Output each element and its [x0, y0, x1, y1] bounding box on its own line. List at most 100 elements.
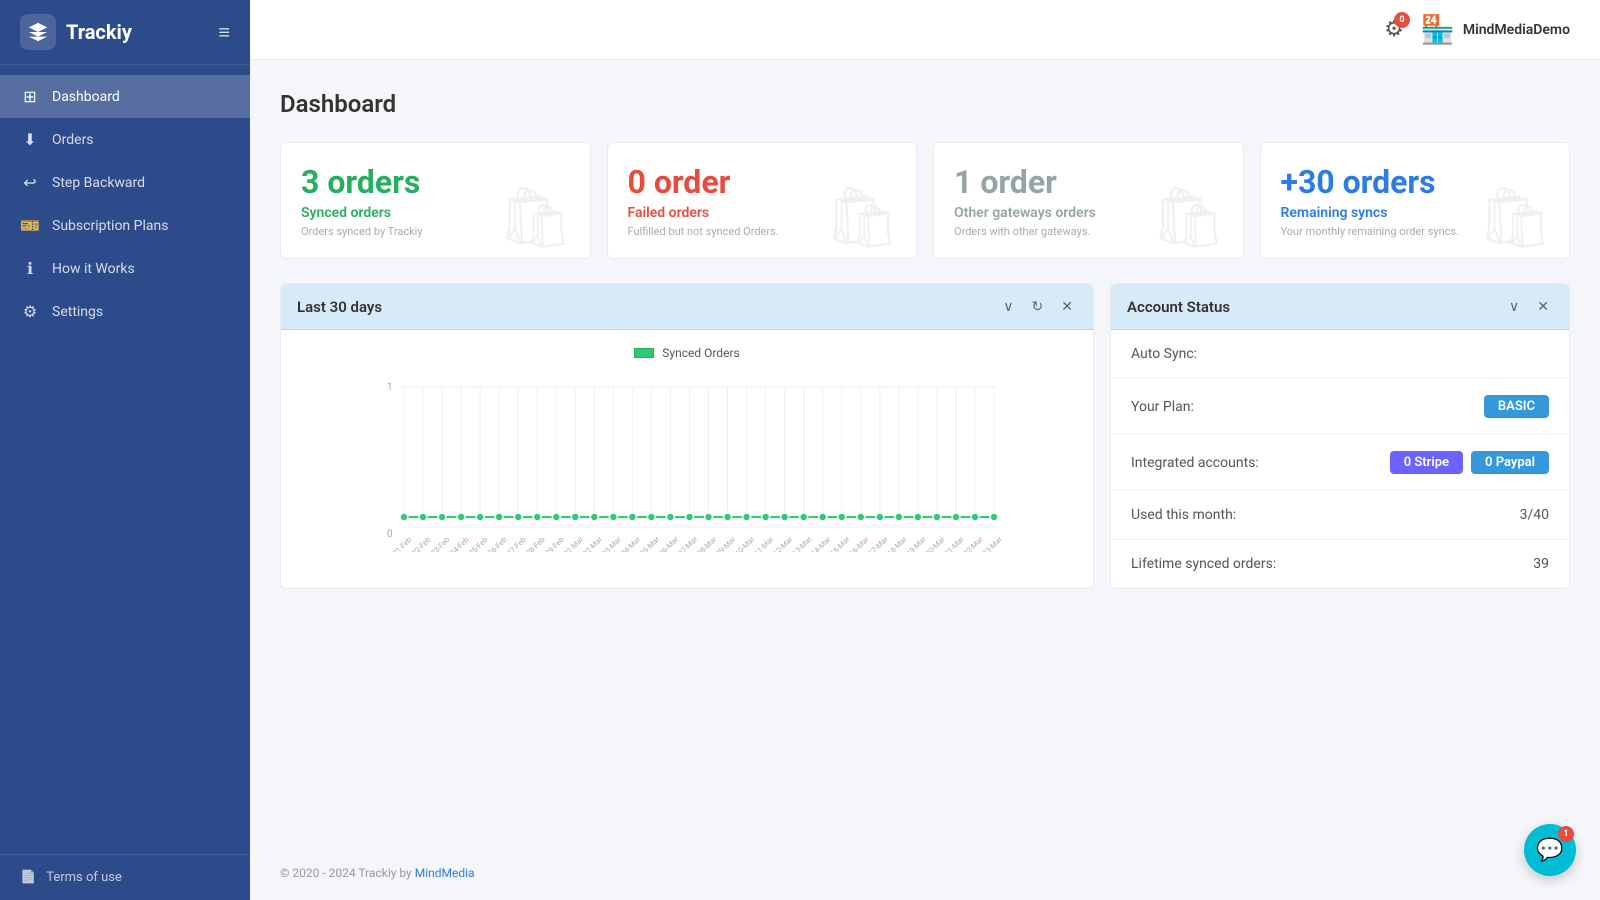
stat-remaining-bg-icon: 🛍	[1477, 188, 1553, 248]
svg-text:23-Mar: 23-Mar	[981, 534, 1004, 552]
svg-text:25-Feb: 25-Feb	[467, 535, 489, 552]
stat-failed-bg-icon: 🛍	[824, 188, 900, 248]
stripe-badge[interactable]: 0 Stripe	[1390, 451, 1463, 474]
chart-refresh-button[interactable]: ↻	[1028, 296, 1048, 317]
footer: © 2020 - 2024 Trackiy by MindMedia	[250, 846, 1600, 900]
how-it-works-icon: ℹ	[20, 259, 40, 278]
subscription-icon: 🎫	[20, 216, 40, 235]
notifications-badge: 0	[1394, 12, 1410, 28]
account-row-plan: Your Plan: BASIC	[1111, 379, 1569, 435]
svg-text:28-Feb: 28-Feb	[524, 535, 546, 552]
line-chart: 1 0 21-Feb22-Feb23-Feb	[297, 372, 1077, 552]
topbar: ⚙ 0 🏪 MindMediaDemo	[250, 0, 1600, 60]
settings-icon: ⚙	[20, 302, 40, 321]
sidebar-item-label-dashboard: Dashboard	[52, 89, 120, 105]
svg-text:1: 1	[387, 382, 393, 393]
account-row-used: Used this month: 3/40	[1111, 491, 1569, 540]
sidebar-item-step-backward[interactable]: ↩ Step Backward	[0, 161, 250, 204]
account-status-title: Account Status	[1127, 298, 1230, 316]
sidebar-item-label-how-it-works: How it Works	[52, 261, 135, 277]
store-icon: 🏪	[1420, 13, 1455, 46]
svg-text:29-Feb: 29-Feb	[543, 535, 565, 552]
chart-panel-controls: ∨ ↻ ✕	[999, 296, 1077, 317]
account-status-header: Account Status ∨ ✕	[1111, 284, 1569, 330]
chart-close-button[interactable]: ✕	[1057, 296, 1077, 317]
account-row-lifetime: Lifetime synced orders: 39	[1111, 540, 1569, 588]
sidebar-item-label-subscription: Subscription Plans	[52, 218, 168, 234]
chat-bubble[interactable]: 💬 1	[1524, 824, 1576, 876]
page-content: Dashboard 3 orders Synced orders Orders …	[250, 60, 1600, 846]
used-label: Used this month:	[1131, 507, 1236, 523]
terms-icon: 📄	[20, 870, 36, 885]
sidebar-bottom: 📄 Terms of use	[0, 854, 250, 900]
svg-text:24-Feb: 24-Feb	[448, 535, 470, 552]
sidebar: Trackiy ≡ ⊞ Dashboard ⬇ Orders ↩ Step Ba…	[0, 0, 250, 900]
account-row-autosync: Auto Sync:	[1111, 330, 1569, 379]
chart-collapse-button[interactable]: ∨	[999, 296, 1017, 317]
sidebar-item-label-orders: Orders	[52, 132, 94, 148]
notifications-button[interactable]: ⚙ 0	[1384, 17, 1404, 42]
chart-container: Synced Orders 1 0	[281, 330, 1093, 572]
sidebar-item-subscription[interactable]: 🎫 Subscription Plans	[0, 204, 250, 247]
sidebar-item-how-it-works[interactable]: ℹ How it Works	[0, 247, 250, 290]
chart-legend-color	[634, 348, 654, 358]
sidebar-item-settings[interactable]: ⚙ Settings	[0, 290, 250, 333]
sidebar-logo: Trackiy ≡	[0, 0, 250, 65]
account-status-controls: ∨ ✕	[1505, 296, 1553, 317]
app-logo-icon	[20, 14, 56, 50]
sidebar-item-label-settings: Settings	[52, 304, 103, 320]
chart-panel-title: Last 30 days	[297, 298, 382, 316]
sidebar-nav: ⊞ Dashboard ⬇ Orders ↩ Step Backward 🎫 S…	[0, 65, 250, 854]
chart-legend-label: Synced Orders	[662, 346, 739, 360]
stats-row: 3 orders Synced orders Orders synced by …	[280, 142, 1570, 259]
account-status-panel: Account Status ∨ ✕ Auto Sync: Your Plan:…	[1110, 283, 1570, 589]
terms-of-use-link[interactable]: 📄 Terms of use	[20, 870, 230, 885]
sidebar-item-label-step-backward: Step Backward	[52, 175, 145, 191]
stat-card-remaining: +30 orders Remaining syncs Your monthly …	[1260, 142, 1571, 259]
app-name: Trackiy	[66, 20, 132, 44]
lifetime-label: Lifetime synced orders:	[1131, 556, 1276, 572]
chart-svg-wrapper: 1 0 21-Feb22-Feb23-Feb	[297, 372, 1077, 556]
account-close-button[interactable]: ✕	[1533, 296, 1553, 317]
stat-card-failed: 0 order Failed orders Fulfilled but not …	[607, 142, 918, 259]
orders-icon: ⬇	[20, 130, 40, 149]
chart-panel: Last 30 days ∨ ↻ ✕ Synced Orders	[280, 283, 1094, 589]
svg-text:27-Feb: 27-Feb	[505, 535, 527, 552]
sidebar-item-orders[interactable]: ⬇ Orders	[0, 118, 250, 161]
topbar-actions: ⚙ 0 🏪 MindMediaDemo	[1384, 13, 1570, 46]
chart-panel-header: Last 30 days ∨ ↻ ✕	[281, 284, 1093, 330]
account-status-body: Auto Sync: Your Plan: BASIC Integrated a…	[1111, 330, 1569, 588]
dashboard-icon: ⊞	[20, 87, 40, 106]
autosync-label: Auto Sync:	[1131, 346, 1197, 362]
step-backward-icon: ↩	[20, 173, 40, 192]
stat-other-bg-icon: 🛍	[1150, 188, 1226, 248]
footer-text: © 2020 - 2024 Trackiy by	[280, 866, 415, 880]
account-row-integrated: Integrated accounts: 0 Stripe 0 Paypal	[1111, 435, 1569, 491]
svg-text:22-Feb: 22-Feb	[410, 535, 432, 552]
stat-card-other: 1 order Other gateways orders Orders wit…	[933, 142, 1244, 259]
svg-text:21-Feb: 21-Feb	[391, 535, 413, 552]
stat-card-synced: 3 orders Synced orders Orders synced by …	[280, 142, 591, 259]
chat-badge: 1	[1558, 826, 1574, 842]
lifetime-value: 39	[1533, 556, 1549, 572]
store-name: MindMediaDemo	[1463, 22, 1570, 38]
plan-badge[interactable]: BASIC	[1484, 395, 1549, 418]
integrated-badges: 0 Stripe 0 Paypal	[1390, 451, 1549, 474]
account-collapse-button[interactable]: ∨	[1505, 296, 1523, 317]
paypal-badge[interactable]: 0 Paypal	[1471, 451, 1549, 474]
sidebar-item-dashboard[interactable]: ⊞ Dashboard	[0, 75, 250, 118]
svg-text:0: 0	[387, 529, 393, 540]
chat-icon: 💬	[1536, 838, 1563, 863]
terms-label: Terms of use	[46, 870, 122, 885]
main-content: ⚙ 0 🏪 MindMediaDemo Dashboard 3 orders S…	[250, 0, 1600, 900]
integrated-label: Integrated accounts:	[1131, 455, 1259, 471]
footer-link[interactable]: MindMedia	[415, 866, 475, 880]
used-value: 3/40	[1520, 507, 1549, 523]
hamburger-menu[interactable]: ≡	[218, 20, 230, 45]
svg-text:26-Feb: 26-Feb	[486, 535, 508, 552]
plan-label: Your Plan:	[1131, 399, 1194, 415]
svg-text:23-Feb: 23-Feb	[429, 535, 451, 552]
store-selector[interactable]: 🏪 MindMediaDemo	[1420, 13, 1570, 46]
charts-row: Last 30 days ∨ ↻ ✕ Synced Orders	[280, 283, 1570, 589]
chart-legend: Synced Orders	[297, 346, 1077, 360]
